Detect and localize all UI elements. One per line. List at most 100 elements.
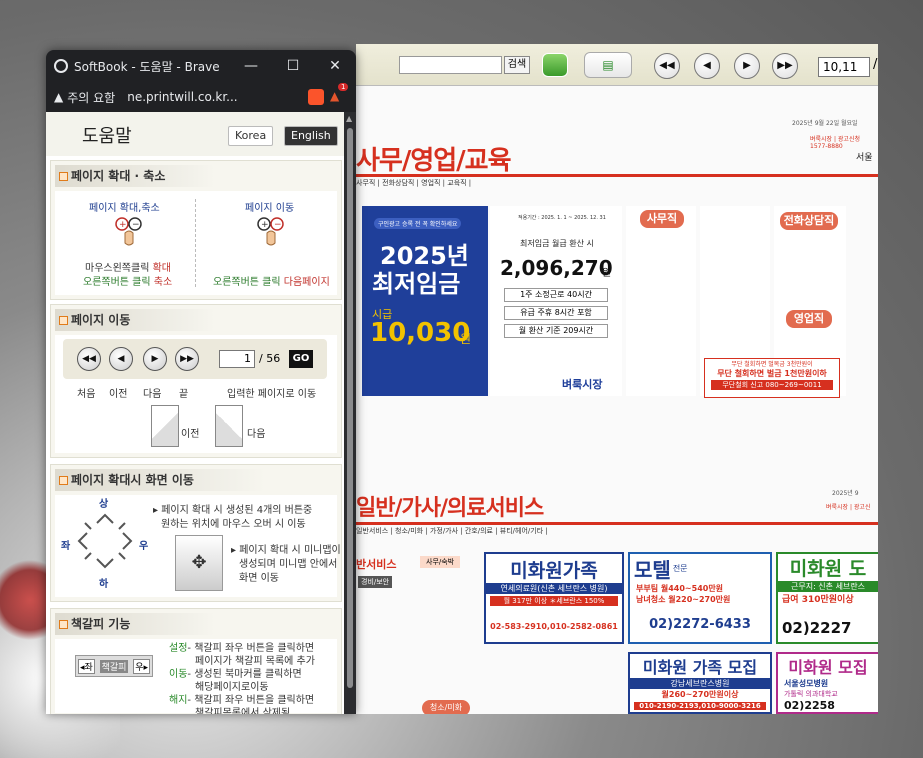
viewer-toolbar: 검색 ▤ ◀◀ ◀ ▶ ▶▶ 10,11 / bbox=[356, 44, 878, 86]
help-go-button[interactable]: GO bbox=[289, 350, 313, 368]
lang-korea-button[interactable]: Korea bbox=[228, 126, 274, 146]
dir-up-label: 상 bbox=[99, 499, 109, 510]
newspaper-spread: 2025년 9월 22일 월요일 벼룩시장 | 광고신청 1577-8880 서… bbox=[356, 86, 878, 714]
help-page-input[interactable]: 1 bbox=[219, 350, 255, 368]
side-label-security: 경비/보안 bbox=[358, 576, 393, 588]
ad2-l2: 남녀청소 월220~270만원 bbox=[636, 595, 731, 604]
ad1-sub: 연세의료원(신촌 세브란스 병원) bbox=[486, 583, 622, 594]
badge-office: 사무직 bbox=[640, 210, 684, 228]
section-subnav: 사무직 | 전화상담직 | 영업직 | 교육직 | bbox=[356, 179, 472, 187]
first-page-button[interactable]: ◀◀ bbox=[654, 53, 680, 79]
print-icon[interactable]: ▤ bbox=[584, 52, 632, 78]
top-right-sub: 벼룩시장 | 광고신청 1577-8880 bbox=[810, 136, 860, 150]
label-last: 끝 bbox=[179, 389, 189, 400]
help-last-button[interactable]: ▶▶ bbox=[175, 347, 199, 371]
ad4-sub: 강남세브란스병원 bbox=[630, 678, 770, 689]
zoom-right-line1-b: 다음페이지 bbox=[283, 277, 330, 288]
ad5-sub: 서울성모병원 bbox=[784, 679, 829, 688]
viewer-page-input[interactable]: 10,11 bbox=[818, 57, 870, 77]
zoom-right-line1-a: 오른쪽버튼 클릭 bbox=[213, 277, 281, 288]
label-next: 다음 bbox=[143, 389, 162, 400]
ad2-side: 전문 bbox=[672, 564, 688, 573]
dir-down-label: 하 bbox=[99, 579, 109, 590]
wage-month: 2,096,270 bbox=[500, 256, 613, 280]
section-zoom-move-heading: 페이지 확대시 화면 이동 bbox=[55, 469, 265, 491]
mouse-zoom-icon: + − bbox=[113, 215, 145, 249]
mail-icon[interactable] bbox=[542, 53, 568, 77]
zoom-left-title: 페이지 확대,축소 bbox=[89, 203, 160, 214]
help-prev-button[interactable]: ◀ bbox=[109, 347, 133, 371]
zoom-left-line2: 오른쪽버튼 클릭 축소 bbox=[83, 273, 172, 288]
help-first-button[interactable]: ◀◀ bbox=[77, 347, 101, 371]
help-title: 도움말 bbox=[82, 126, 132, 147]
minimize-button[interactable]: — bbox=[230, 58, 272, 74]
next-page-button[interactable]: ▶ bbox=[734, 53, 760, 79]
ad2-head: 모텔 bbox=[634, 558, 671, 582]
bookmark-widget: ◂좌 책갈피 우▸ bbox=[75, 655, 153, 677]
scroll-up-icon[interactable]: ▲ bbox=[346, 114, 352, 123]
section2-right: 벼룩시장 | 광고신 bbox=[826, 504, 871, 511]
bookmark-left-button[interactable]: ◂좌 bbox=[78, 658, 95, 674]
wage-title: 최저임금 bbox=[372, 270, 461, 298]
badge-call: 전화상담직 bbox=[780, 212, 838, 230]
address-bar[interactable]: ▲ 주의 요함 ne.printwill.co.kr... ▲ 1 bbox=[46, 82, 356, 112]
security-status[interactable]: 주의 요함 bbox=[67, 89, 115, 106]
brave-shield-icon[interactable] bbox=[308, 89, 324, 105]
scrollbar-thumb[interactable] bbox=[347, 128, 353, 688]
ad5-head: 미화원 모집 bbox=[788, 658, 868, 677]
bookmark-del-line2: 책갈피목록에서 삭제됨 bbox=[195, 708, 291, 714]
ad3-tel: 02)2227 bbox=[782, 619, 852, 637]
last-page-button[interactable]: ▶▶ bbox=[772, 53, 798, 79]
wage-tag: 구인광고 승록 전 꼭 확인하세요 bbox=[374, 218, 462, 229]
report-title: 무단 철회하면 벌목금 3천만원이 bbox=[731, 361, 813, 368]
zoom-right-title: 페이지 이동 bbox=[245, 203, 295, 214]
dir-left-label: 좌 bbox=[61, 541, 71, 552]
mouse-next-icon: + − bbox=[255, 215, 287, 249]
section-title-office: 사무/영업/교육 bbox=[356, 146, 512, 176]
classified-column-1: 사무직 bbox=[626, 206, 696, 396]
wage-hour: 10,030 bbox=[370, 318, 471, 348]
ad3-sub: 근무지: 신촌 세브란스 bbox=[778, 581, 878, 592]
bookmark-label: 책갈피 bbox=[99, 659, 129, 673]
maximize-button[interactable]: ☐ bbox=[272, 58, 314, 74]
report-tel: 무단철회 신고 080~269~0011 bbox=[711, 380, 833, 390]
section-bookmark-heading: 책갈피 기능 bbox=[55, 613, 215, 635]
bookmark-set-key: 설정 bbox=[169, 643, 188, 654]
side-label-lodging: 사무/숙박 bbox=[420, 556, 461, 568]
ad1-head: 미화원가족 bbox=[510, 560, 598, 582]
window-title: SoftBook - 도움말 - Brave bbox=[74, 59, 220, 74]
label-prev: 이전 bbox=[109, 389, 128, 400]
help-next-button[interactable]: ▶ bbox=[143, 347, 167, 371]
wage-hour-won: 원 bbox=[460, 332, 472, 346]
zoom-left-line1: 마우스왼쪽클릭 확대 bbox=[85, 259, 171, 274]
min-wage-detail: 적용기간 : 2025. 1. 1 ~ 2025. 12. 31 최저임금 월급… bbox=[490, 206, 622, 396]
page-nav-bar: ◀◀ ◀ ▶ ▶▶ 1 / 56 GO bbox=[63, 339, 327, 379]
zoom-move-desc1b: 원하는 위치에 마우스 오버 시 이동 bbox=[161, 519, 306, 530]
svg-text:−: − bbox=[274, 220, 282, 230]
viewer-search-input[interactable] bbox=[399, 56, 502, 74]
section-rule-2 bbox=[356, 522, 878, 525]
lang-english-button[interactable]: English bbox=[284, 126, 338, 146]
badge-sales: 영업직 bbox=[786, 310, 832, 328]
ad4-pay: 월260~270만원이상 bbox=[661, 690, 739, 699]
section-bookmark: 책갈피 기능 ◂좌 책갈피 우▸ 설정- 책갈피 좌우 버튼을 클릭하면 페이지… bbox=[50, 608, 342, 714]
ad3-head: 미화원 도 bbox=[789, 558, 867, 580]
ad2-tel: 02)2272-6433 bbox=[649, 617, 751, 632]
section-title-service: 일반/가사/의료서비스 bbox=[356, 496, 544, 521]
help-header: 도움말 Korea English bbox=[46, 112, 344, 156]
close-button[interactable]: ✕ bbox=[314, 58, 356, 74]
wage-row2: 유급 주휴 8시간 포함 bbox=[504, 306, 608, 320]
zoom-move-desc2b: 생성되며 미니맵 안에서 bbox=[239, 559, 338, 570]
rewards-icon[interactable]: ▲ 1 bbox=[330, 83, 349, 105]
help-scrollbar[interactable]: ▲ bbox=[344, 112, 356, 714]
bookmark-right-button[interactable]: 우▸ bbox=[133, 658, 150, 674]
prev-page-button[interactable]: ◀ bbox=[694, 53, 720, 79]
wage-period: 적용기간 : 2025. 1. 1 ~ 2025. 12. 31 bbox=[518, 215, 606, 221]
page-separator: / bbox=[873, 57, 878, 72]
viewer-search-button[interactable]: 검색 bbox=[504, 56, 530, 74]
section-bookmark-body: ◂좌 책갈피 우▸ 설정- 책갈피 좌우 버튼을 클릭하면 페이지가 책갈피 목… bbox=[55, 639, 337, 714]
report-big: 무단 철회하면 벌금 1천만원이하 bbox=[717, 369, 827, 378]
wage-month-label: 최저임금 월급 환산 시 bbox=[520, 239, 594, 248]
url-text[interactable]: ne.printwill.co.kr... bbox=[127, 90, 302, 104]
page-flip-next-icon bbox=[215, 405, 243, 447]
